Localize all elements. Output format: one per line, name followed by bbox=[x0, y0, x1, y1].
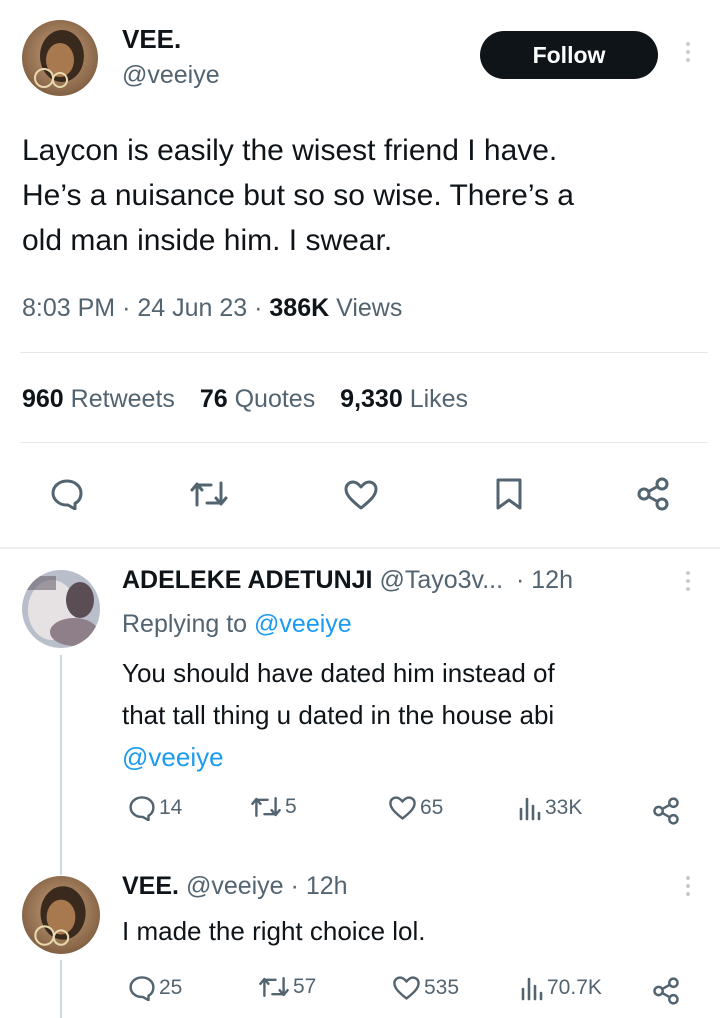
reply-text-line: that tall thing u dated in the house abi bbox=[122, 700, 555, 730]
tweet-text-line: old man inside him. I swear. bbox=[22, 224, 393, 257]
reply-time[interactable]: · 12h bbox=[291, 872, 348, 900]
like-count-value: 535 bbox=[424, 976, 460, 999]
retweet-count[interactable]: 5 bbox=[250, 795, 297, 819]
author-handle[interactable]: @veeiye bbox=[122, 61, 220, 90]
reply-icon bbox=[129, 796, 155, 821]
meta-separator: · bbox=[254, 294, 263, 322]
retweets-count: 960 bbox=[22, 385, 64, 413]
like-count-value: 65 bbox=[420, 796, 444, 819]
retweet-count[interactable]: 57 bbox=[258, 975, 316, 999]
reply-count[interactable]: 14 bbox=[128, 795, 182, 821]
reply-author-handle[interactable]: @veeiye bbox=[186, 872, 284, 900]
quotes-stat[interactable]: 76 Quotes bbox=[200, 385, 315, 413]
reply-author-handle[interactable]: @Tayo3v... bbox=[379, 566, 503, 594]
reply-count[interactable]: 25 bbox=[128, 975, 182, 1001]
divider bbox=[0, 547, 720, 549]
views-count[interactable]: 33K bbox=[518, 795, 582, 821]
tweet-text-line: Laycon is easily the wisest friend I hav… bbox=[22, 134, 558, 167]
divider bbox=[20, 442, 708, 443]
reply-author-name[interactable]: VEE. bbox=[122, 872, 179, 900]
follow-button[interactable]: Follow bbox=[480, 31, 658, 79]
tweet-date[interactable]: 24 Jun 23 bbox=[137, 294, 247, 322]
views-count-value: 70.7K bbox=[547, 976, 602, 999]
retweet-count-value: 57 bbox=[293, 975, 317, 998]
tweet-text: Laycon is easily the wisest friend I hav… bbox=[22, 128, 574, 263]
quotes-label: Quotes bbox=[234, 385, 316, 413]
like-count[interactable]: 535 bbox=[392, 975, 459, 1001]
author-name[interactable]: VEE. bbox=[122, 24, 181, 55]
reply-mention[interactable]: @veeiye bbox=[122, 736, 555, 778]
retweet-icon[interactable] bbox=[189, 479, 229, 509]
reply-text-line: You should have dated him instead of bbox=[122, 658, 555, 688]
reply-text: I made the right choice lol. bbox=[122, 916, 426, 946]
more-icon[interactable] bbox=[683, 571, 693, 591]
bookmark-icon[interactable] bbox=[494, 477, 524, 511]
reply-author-name[interactable]: ADELEKE ADETUNJI bbox=[122, 566, 373, 594]
tweet-meta: 8:03 PM · 24 Jun 23 · 386K Views bbox=[22, 294, 402, 323]
replying-to-handle[interactable]: @veeiye bbox=[254, 610, 352, 638]
views-label: Views bbox=[336, 294, 403, 322]
likes-count: 9,330 bbox=[340, 385, 403, 413]
retweet-icon bbox=[259, 977, 289, 997]
share-icon[interactable] bbox=[652, 797, 680, 825]
replying-to-label: Replying to bbox=[122, 610, 248, 638]
likes-stat[interactable]: 9,330 Likes bbox=[340, 385, 468, 413]
follow-button-label: Follow bbox=[532, 41, 606, 68]
views-count-value: 33K bbox=[545, 796, 583, 819]
tweet-text-line: He’s a nuisance but so so wise. There’s … bbox=[22, 179, 574, 212]
heart-icon bbox=[389, 796, 416, 820]
reply-author-avatar[interactable] bbox=[22, 570, 100, 648]
retweets-stat[interactable]: 960 Retweets bbox=[22, 385, 175, 413]
views-icon bbox=[519, 797, 541, 821]
reply-count-value: 25 bbox=[159, 976, 183, 999]
heart-icon[interactable] bbox=[343, 479, 379, 511]
views-count[interactable]: 70.7K bbox=[520, 975, 602, 1001]
retweet-count-value: 5 bbox=[285, 795, 297, 818]
replying-to: Replying to @veeiye bbox=[122, 610, 352, 639]
author-avatar[interactable] bbox=[22, 20, 98, 96]
reply-time[interactable]: · 12h bbox=[516, 566, 573, 594]
reply-header: VEE. @veeiye · 12h bbox=[122, 872, 348, 901]
reply-count-value: 14 bbox=[159, 796, 183, 819]
reply-text: You should have dated him instead of tha… bbox=[122, 652, 555, 778]
reply-header: ADELEKE ADETUNJI @Tayo3v... · 12h bbox=[122, 566, 573, 595]
heart-icon bbox=[393, 976, 420, 1000]
more-icon[interactable] bbox=[683, 42, 693, 62]
reply-icon bbox=[129, 976, 155, 1001]
quotes-count: 76 bbox=[199, 385, 228, 413]
share-icon[interactable] bbox=[636, 477, 670, 511]
retweet-icon bbox=[251, 797, 281, 817]
divider bbox=[20, 352, 708, 353]
reply-author-avatar[interactable] bbox=[22, 876, 100, 954]
share-icon[interactable] bbox=[652, 977, 680, 1005]
thread-line bbox=[60, 655, 62, 875]
tweet-time[interactable]: 8:03 PM bbox=[22, 294, 115, 322]
thread-line bbox=[60, 960, 62, 1018]
engagement-stats: 960 Retweets 76 Quotes 9,330 Likes bbox=[22, 385, 468, 414]
retweets-label: Retweets bbox=[70, 385, 175, 413]
views-count: 386K bbox=[269, 294, 330, 322]
meta-separator: · bbox=[122, 294, 131, 322]
like-count[interactable]: 65 bbox=[388, 795, 443, 821]
reply-icon[interactable] bbox=[50, 478, 84, 510]
more-icon[interactable] bbox=[683, 876, 693, 896]
likes-label: Likes bbox=[409, 385, 469, 413]
views-icon bbox=[521, 977, 543, 1001]
